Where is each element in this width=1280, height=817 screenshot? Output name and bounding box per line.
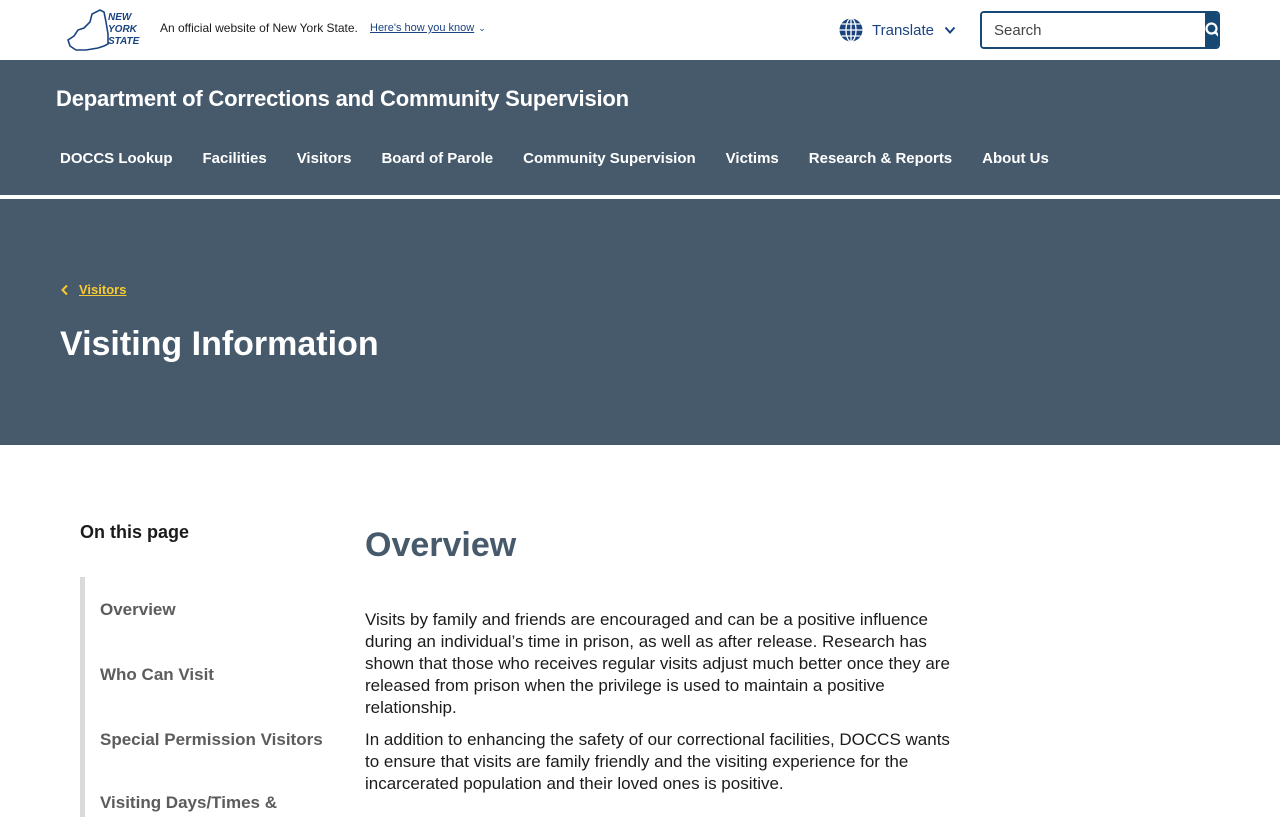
logo-text-state: STATE	[108, 36, 140, 47]
hero-banner: Visitors Visiting Information	[0, 199, 1280, 445]
nav-facilities[interactable]: Facilities	[203, 150, 267, 167]
nav-victims[interactable]: Victims	[726, 150, 779, 167]
on-this-page-heading: On this page	[80, 522, 190, 542]
agency-header: Department of Corrections and Community …	[0, 60, 1280, 197]
how-you-know-label: Here's how you know	[370, 22, 475, 34]
on-this-page-list: Overview Who Can Visit Special Permissio…	[80, 577, 340, 817]
official-website-text: An official website of New York State.	[160, 21, 358, 35]
chevron-down-icon	[944, 26, 956, 34]
section-title-overview: Overview	[365, 526, 517, 564]
page-title: Visiting Information	[60, 325, 379, 363]
nav-board-of-parole[interactable]: Board of Parole	[381, 150, 493, 167]
paragraph: Visits by family and friends are encoura…	[365, 610, 950, 717]
logo-text-new: NEW	[108, 12, 133, 23]
on-this-page-item-visiting-days[interactable]: Visiting Days/Times &	[100, 793, 277, 813]
breadcrumb: Visitors	[60, 282, 126, 297]
search-icon	[1205, 22, 1218, 37]
on-this-page-item-special-permission[interactable]: Special Permission Visitors	[100, 730, 323, 750]
logo-text-york: YORK	[108, 24, 138, 35]
nav-visitors[interactable]: Visitors	[297, 150, 352, 167]
nav-doccs-lookup[interactable]: DOCCS Lookup	[60, 150, 173, 167]
top-bar: NEW YORK STATE An official website of Ne…	[0, 0, 1280, 60]
breadcrumb-visitors-link[interactable]: Visitors	[79, 282, 126, 297]
nav-community-supervision[interactable]: Community Supervision	[523, 150, 696, 167]
globe-icon	[839, 17, 863, 43]
nav-about-us[interactable]: About Us	[982, 150, 1049, 167]
main-nav: DOCCS Lookup Facilities Visitors Board o…	[60, 150, 1079, 167]
main-content: Overview Visits by family and friends ar…	[365, 520, 965, 793]
translate-label: Translate	[872, 21, 934, 39]
chevron-down-icon: ⌄	[478, 23, 486, 33]
search-button[interactable]	[1205, 13, 1218, 47]
search-box	[980, 11, 1220, 49]
nys-logo[interactable]: NEW YORK STATE	[64, 6, 144, 54]
agency-name[interactable]: Department of Corrections and Community …	[56, 86, 629, 112]
on-this-page-item-overview[interactable]: Overview	[100, 600, 176, 620]
chevron-left-icon	[61, 284, 68, 295]
how-you-know-link[interactable]: Here's how you know ⌄	[370, 22, 486, 34]
translate-button[interactable]: Translate	[838, 16, 956, 44]
search-input[interactable]	[982, 13, 1205, 47]
on-this-page-item-who-can-visit[interactable]: Who Can Visit	[100, 665, 214, 685]
nav-research-reports[interactable]: Research & Reports	[809, 150, 952, 167]
paragraph: In addition to enhancing the safety of o…	[365, 730, 950, 793]
